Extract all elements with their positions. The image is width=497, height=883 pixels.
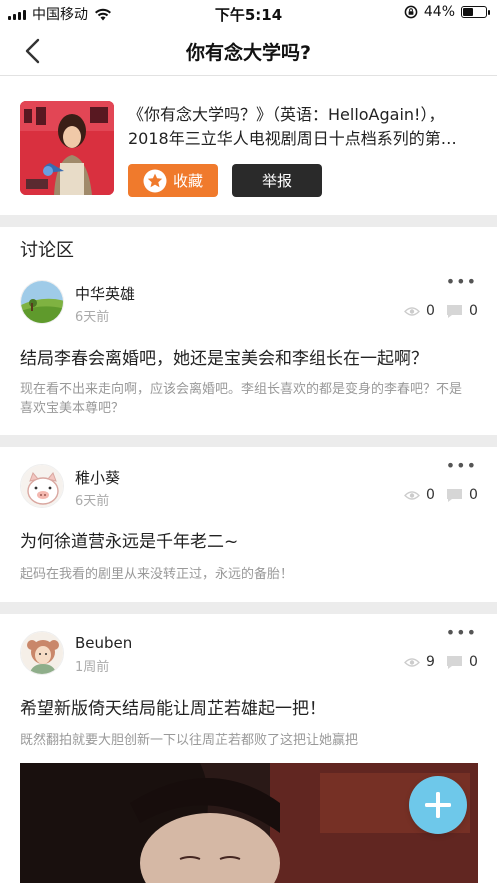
eye-icon — [404, 306, 420, 316]
post-divider — [0, 602, 497, 614]
post-title[interactable]: 结局李春会离婚吧，她还是宝美会和李组长在一起啊？ — [20, 344, 428, 369]
post-time: 1周前 — [75, 660, 110, 675]
drama-info-card: 《你有念大学吗？》（英语：HelloAgain!），2018年三立华人电视剧周日… — [0, 77, 497, 215]
post-item[interactable]: 稚小葵 6天前 ••• 0 0 为何徐道营永远是千年老二~ 起码在我看的剧里从来… — [0, 452, 497, 602]
comment-count: 0 — [446, 303, 478, 319]
view-count: 0 — [404, 487, 435, 503]
drama-poster[interactable] — [20, 101, 114, 195]
report-label: 举报 — [261, 172, 292, 190]
eye-icon — [404, 657, 420, 667]
collect-label: 收藏 — [172, 172, 203, 190]
view-count: 0 — [404, 303, 435, 319]
status-right: 44% — [404, 4, 490, 20]
report-button[interactable]: 举报 — [232, 164, 322, 197]
post-time: 6天前 — [75, 494, 110, 509]
more-icon[interactable]: ••• — [446, 456, 477, 475]
collect-button[interactable]: 收藏 — [128, 164, 218, 197]
comment-icon — [447, 655, 462, 669]
add-post-button[interactable] — [409, 776, 467, 834]
status-bar: 中国移动 下午5:14 44% — [0, 0, 497, 26]
post-image[interactable] — [20, 763, 478, 883]
post-time: 6天前 — [75, 310, 110, 325]
comment-icon — [447, 304, 462, 318]
section-divider — [0, 215, 497, 227]
battery-percent: 44% — [423, 4, 455, 20]
comment-count: 0 — [446, 654, 478, 670]
post-title[interactable]: 希望新版倚天结局能让周芷若雄起一把！ — [20, 694, 326, 719]
battery-icon — [461, 6, 490, 18]
post-username[interactable]: 稚小葵 — [75, 467, 120, 488]
comment-count: 0 — [446, 487, 478, 503]
avatar[interactable] — [20, 631, 64, 675]
post-username[interactable]: 中华英雄 — [75, 283, 135, 304]
avatar[interactable] — [20, 464, 64, 508]
post-body[interactable]: 起码在我看的剧里从来没转正过，永远的备胎！ — [20, 565, 470, 584]
avatar[interactable] — [20, 280, 64, 324]
orientation-lock-icon — [404, 5, 418, 19]
post-body[interactable]: 现在看不出来走向啊，应该会离婚吧。李组长喜欢的都是变身的李春吧？不是喜欢宝美本尊… — [20, 380, 470, 418]
view-count: 9 — [404, 654, 435, 670]
post-item[interactable]: 中华英雄 6天前 ••• 0 0 结局李春会离婚吧，她还是宝美会和李组长在一起啊… — [0, 268, 497, 435]
more-icon[interactable]: ••• — [446, 623, 477, 642]
star-icon — [143, 169, 167, 192]
more-icon[interactable]: ••• — [446, 272, 477, 291]
comment-icon — [447, 488, 462, 502]
post-divider — [0, 435, 497, 447]
post-title[interactable]: 为何徐道营永远是千年老二~ — [20, 527, 238, 552]
page-title: 你有念大学吗? — [185, 42, 312, 64]
plus-icon — [425, 792, 451, 818]
post-username[interactable]: Beuben — [75, 634, 132, 652]
post-body[interactable]: 既然翻拍就要大胆创新一下以往周芷若都败了这把让她赢把 — [20, 731, 470, 750]
discussion-title: 讨论区 — [20, 240, 74, 261]
nav-bar: 你有念大学吗? — [0, 26, 497, 76]
drama-description: 《你有念大学吗？》（英语：HelloAgain!），2018年三立华人电视剧周日… — [128, 105, 457, 148]
eye-icon — [404, 490, 420, 500]
